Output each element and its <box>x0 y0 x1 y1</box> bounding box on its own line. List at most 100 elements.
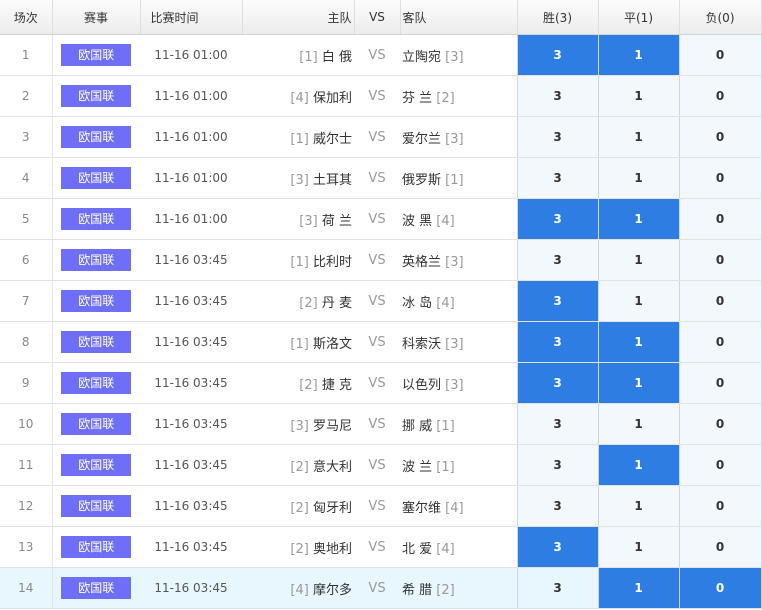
option-lose[interactable]: 0 <box>678 362 762 404</box>
match-row: 9 欧国联 11-16 03:45 [2] 捷 克 VS 以色列 [3] 3 1 0 <box>0 362 762 404</box>
option-draw[interactable]: 1 <box>597 34 679 76</box>
match-number: 11 <box>0 444 53 486</box>
option-lose[interactable]: 0 <box>678 157 762 199</box>
league-badge[interactable]: 欧国联 <box>61 208 132 230</box>
option-win[interactable]: 3 <box>516 526 598 568</box>
league-badge[interactable]: 欧国联 <box>61 413 132 435</box>
league-badge[interactable]: 欧国联 <box>61 536 132 558</box>
option-win[interactable]: 3 <box>516 321 598 363</box>
option-lose[interactable]: 0 <box>678 485 762 527</box>
match-number: 13 <box>0 526 53 568</box>
away-team-cell: 芬 兰 [2] <box>400 75 517 117</box>
option-win[interactable]: 3 <box>516 567 598 609</box>
match-time: 11-16 03:45 <box>140 362 242 404</box>
home-team: 摩尔多 <box>312 582 352 598</box>
option-win[interactable]: 3 <box>516 444 598 486</box>
league-badge[interactable]: 欧国联 <box>61 167 132 189</box>
option-lose[interactable]: 0 <box>678 321 762 363</box>
match-row: 12 欧国联 11-16 03:45 [2] 匈牙利 VS 塞尔维 [4] 3 1 0 <box>0 485 762 527</box>
option-draw[interactable]: 1 <box>597 526 679 568</box>
match-time: 11-16 03:45 <box>140 567 242 609</box>
header-league: 赛事 <box>52 0 141 35</box>
match-time: 11-16 01:00 <box>140 116 242 158</box>
option-draw[interactable]: 1 <box>597 485 679 527</box>
away-team-cell: 爱尔兰 [3] <box>400 116 517 158</box>
option-lose[interactable]: 0 <box>678 567 762 609</box>
option-lose[interactable]: 0 <box>678 75 762 117</box>
league-badge[interactable]: 欧国联 <box>61 454 132 476</box>
option-draw[interactable]: 1 <box>597 116 679 158</box>
away-rank: [4] <box>436 541 455 557</box>
away-rank: [3] <box>445 254 464 270</box>
league-badge[interactable]: 欧国联 <box>61 126 132 148</box>
match-time: 11-16 03:45 <box>140 239 242 281</box>
option-win[interactable]: 3 <box>516 362 598 404</box>
league-badge[interactable]: 欧国联 <box>61 495 132 517</box>
option-lose[interactable]: 0 <box>678 403 762 445</box>
away-team: 希 腊 <box>402 582 433 598</box>
match-time: 11-16 01:00 <box>140 198 242 240</box>
option-win[interactable]: 3 <box>516 198 598 240</box>
league-badge[interactable]: 欧国联 <box>61 577 132 599</box>
league-badge[interactable]: 欧国联 <box>61 331 132 353</box>
option-lose[interactable]: 0 <box>678 116 762 158</box>
away-team: 俄罗斯 <box>402 172 442 188</box>
vs-label: VS <box>354 157 400 199</box>
option-lose[interactable]: 0 <box>678 526 762 568</box>
option-draw[interactable]: 1 <box>597 444 679 486</box>
home-team-cell: [1] 白 俄 <box>242 34 354 76</box>
option-lose[interactable]: 0 <box>678 280 762 322</box>
option-lose[interactable]: 0 <box>678 239 762 281</box>
home-rank: [2] <box>299 295 318 311</box>
option-win[interactable]: 3 <box>516 34 598 76</box>
away-rank: [1] <box>436 459 455 475</box>
home-team-cell: [2] 匈牙利 <box>242 485 354 527</box>
option-win[interactable]: 3 <box>516 485 598 527</box>
option-win[interactable]: 3 <box>516 403 598 445</box>
vs-label: VS <box>354 239 400 281</box>
away-team-cell: 以色列 [3] <box>400 362 517 404</box>
away-team-cell: 英格兰 [3] <box>400 239 517 281</box>
option-draw[interactable]: 1 <box>597 362 679 404</box>
match-row: 14 欧国联 11-16 03:45 [4] 摩尔多 VS 希 腊 [2] 3 1 0 <box>0 567 762 609</box>
option-lose[interactable]: 0 <box>678 198 762 240</box>
home-rank: [3] <box>299 213 318 229</box>
away-rank: [4] <box>445 500 464 516</box>
option-lose[interactable]: 0 <box>678 34 762 76</box>
option-win[interactable]: 3 <box>516 280 598 322</box>
option-draw[interactable]: 1 <box>597 280 679 322</box>
league-badge[interactable]: 欧国联 <box>61 44 132 66</box>
home-team: 罗马尼 <box>312 418 352 434</box>
option-win[interactable]: 3 <box>516 75 598 117</box>
option-draw[interactable]: 1 <box>597 239 679 281</box>
option-draw[interactable]: 1 <box>597 75 679 117</box>
match-time: 11-16 03:45 <box>140 321 242 363</box>
option-win[interactable]: 3 <box>516 239 598 281</box>
option-draw[interactable]: 1 <box>597 403 679 445</box>
home-team-cell: [3] 土耳其 <box>242 157 354 199</box>
league-badge[interactable]: 欧国联 <box>61 249 132 271</box>
league-badge[interactable]: 欧国联 <box>61 372 132 394</box>
match-row: 4 欧国联 11-16 01:00 [3] 土耳其 VS 俄罗斯 [1] 3 1 0 <box>0 157 762 199</box>
league-badge[interactable]: 欧国联 <box>61 290 132 312</box>
away-rank: [1] <box>445 172 464 188</box>
home-team: 丹 麦 <box>321 295 352 311</box>
option-draw[interactable]: 1 <box>597 321 679 363</box>
match-table-container: 场次 赛事 比赛时间 主队 VS 客队 胜(3) 平(1) 负(0) 1 欧国联 1… <box>0 0 762 610</box>
away-rank: [3] <box>445 131 464 147</box>
table-header: 场次 赛事 比赛时间 主队 VS 客队 胜(3) 平(1) 负(0) <box>0 0 762 35</box>
league-badge[interactable]: 欧国联 <box>61 85 132 107</box>
option-lose[interactable]: 0 <box>678 444 762 486</box>
home-rank: [1] <box>290 254 309 270</box>
header-index: 场次 <box>0 0 53 35</box>
option-win[interactable]: 3 <box>516 157 598 199</box>
option-draw[interactable]: 1 <box>597 157 679 199</box>
option-draw[interactable]: 1 <box>597 198 679 240</box>
match-row: 10 欧国联 11-16 03:45 [3] 罗马尼 VS 挪 威 [1] 3 1 0 <box>0 403 762 445</box>
home-rank: [1] <box>299 49 318 65</box>
option-draw[interactable]: 1 <box>597 567 679 609</box>
league-cell: 欧国联 <box>52 239 140 281</box>
away-rank: [1] <box>436 418 455 434</box>
option-win[interactable]: 3 <box>516 116 598 158</box>
match-number: 5 <box>0 198 53 240</box>
